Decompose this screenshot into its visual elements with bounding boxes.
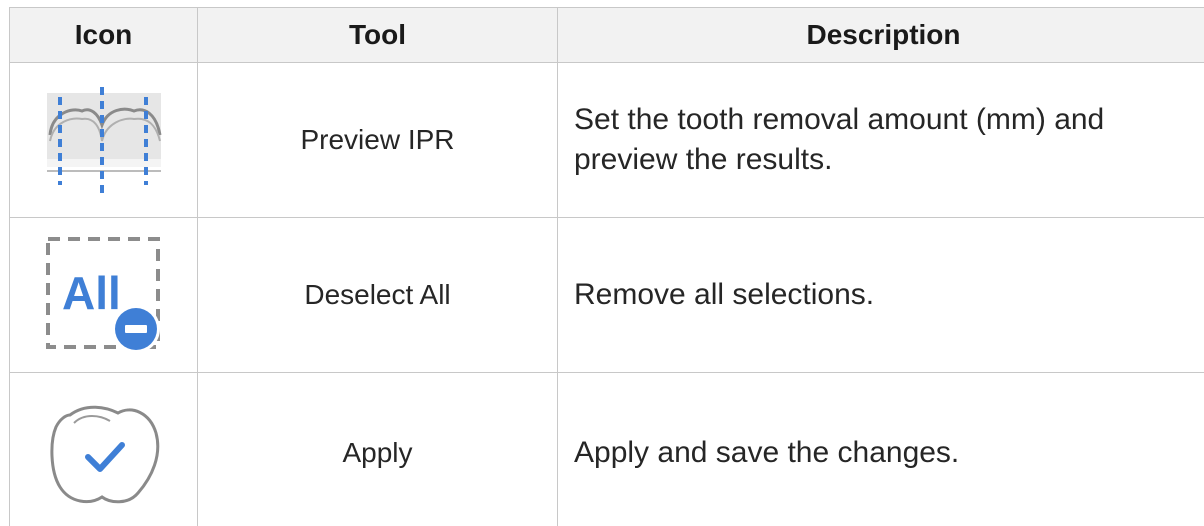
deselect-all-icon-text: All xyxy=(62,267,121,319)
icon-cell xyxy=(9,372,198,526)
preview-ipr-icon xyxy=(44,85,164,195)
page: Icon Tool Description Preview IPR Set th… xyxy=(0,0,1204,526)
apply-tooth-check-icon xyxy=(44,393,164,513)
tool-table: Icon Tool Description Preview IPR Set th… xyxy=(9,7,1204,526)
table-row: Apply Apply and save the changes. xyxy=(9,372,1204,526)
tool-name-deselect-all: Deselect All xyxy=(197,217,558,373)
table-row: Preview IPR Set the tooth removal amount… xyxy=(9,62,1204,218)
deselect-all-icon: All xyxy=(42,233,166,357)
header-description: Description xyxy=(557,7,1204,63)
icon-cell: All xyxy=(9,217,198,373)
tool-name-preview-ipr: Preview IPR xyxy=(197,62,558,218)
tool-description-deselect-all: Remove all selections. xyxy=(557,217,1204,373)
tool-name-apply: Apply xyxy=(197,372,558,526)
header-icon: Icon xyxy=(9,7,198,63)
tool-description-apply: Apply and save the changes. xyxy=(557,372,1204,526)
tool-description-preview-ipr: Set the tooth removal amount (mm) and pr… xyxy=(557,62,1204,218)
header-tool: Tool xyxy=(197,7,558,63)
table-row: All Deselect All Remove all selections. xyxy=(9,217,1204,373)
table-header-row: Icon Tool Description xyxy=(9,7,1204,63)
icon-cell xyxy=(9,62,198,218)
